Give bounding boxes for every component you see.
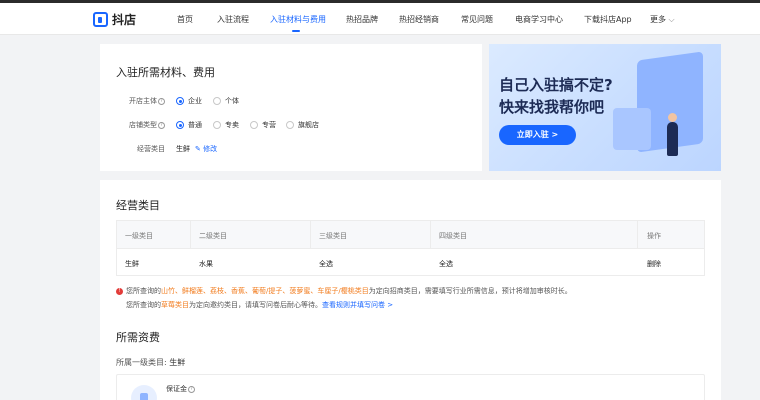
shop-type-option-flagship[interactable]: 旗舰店 bbox=[286, 120, 319, 130]
category-table: 一级类目 二级类目 三级类目 四级类目 操作 生鲜 水果 全选 全选 删除 bbox=[116, 220, 705, 276]
radio-unchecked-icon bbox=[286, 121, 294, 129]
category-value: 生鲜 bbox=[176, 145, 190, 153]
help-icon[interactable]: ? bbox=[158, 121, 165, 129]
categories-title: 经营类目 bbox=[116, 199, 160, 212]
shop-type-label: 店铺类型? bbox=[129, 120, 165, 130]
fees-title: 所需资费 bbox=[116, 331, 160, 344]
banner-headline: 自己入驻搞不定? bbox=[499, 76, 613, 94]
column-divider bbox=[430, 221, 431, 249]
shop-type-option-specialty[interactable]: 专营 bbox=[250, 120, 276, 130]
edit-icon: ✎ bbox=[195, 145, 201, 153]
entity-option-label: 企业 bbox=[188, 97, 202, 105]
table-header-cell: 三级类目 bbox=[319, 232, 347, 240]
promo-banner[interactable]: 自己入驻搞不定? 快来找我帮你吧 立即入驻 > bbox=[489, 44, 721, 171]
table-header-cell: 一级类目 bbox=[125, 232, 153, 240]
notice-text: 您所查询的 bbox=[126, 287, 161, 295]
logo-text: 抖店 bbox=[112, 13, 137, 27]
entity-option-individual[interactable]: 个体 bbox=[213, 96, 239, 106]
column-divider bbox=[190, 221, 191, 249]
notice-text: 为定向招商类目，需要填写行业所需信息，预计将增加审核时长。 bbox=[368, 287, 572, 295]
primary-category-label: 所属一级类目: bbox=[116, 358, 167, 367]
nav-item-learning[interactable]: 电商学习中心 bbox=[515, 14, 563, 25]
table-header-cell: 四级类目 bbox=[439, 232, 467, 240]
nav-item-faq[interactable]: 常见问题 bbox=[461, 14, 493, 25]
warning-icon: ! bbox=[116, 287, 123, 295]
deposit-icon bbox=[131, 385, 157, 400]
shop-type-option-label: 专卖 bbox=[225, 121, 239, 129]
notice-line-2: 您所查询的草莓类目为定向邀约类目，请填写问卷后耐心等待。查看规则并填写问卷 > bbox=[126, 300, 393, 310]
nav-item-more[interactable]: 更多 ⌵ bbox=[650, 14, 675, 25]
table-cell: 生鲜 bbox=[125, 260, 139, 268]
category-label: 经营类目 bbox=[137, 145, 165, 153]
entity-option-label: 个体 bbox=[225, 97, 239, 105]
table-header-cell: 操作 bbox=[647, 232, 661, 240]
top-navigation: 抖店 首页 入驻流程 入驻材料与费用 热招品牌 热招经销商 常见问题 电商学习中… bbox=[0, 3, 760, 35]
deposit-label-text: 保证金 bbox=[166, 385, 187, 393]
radio-unchecked-icon bbox=[213, 121, 221, 129]
help-icon[interactable]: ? bbox=[188, 385, 195, 393]
nav-item-home[interactable]: 首页 bbox=[177, 14, 193, 25]
illustration-person-icon bbox=[667, 122, 678, 156]
primary-category-row: 所属一级类目: 生鲜 bbox=[116, 357, 185, 368]
deposit-label: 保证金? bbox=[166, 384, 195, 394]
help-icon[interactable]: ? bbox=[158, 97, 165, 105]
radio-unchecked-icon bbox=[213, 97, 221, 105]
radio-unchecked-icon bbox=[250, 121, 258, 129]
primary-category-value: 生鲜 bbox=[169, 358, 186, 367]
logo[interactable]: 抖店 bbox=[93, 11, 136, 28]
radio-checked-icon bbox=[176, 121, 184, 129]
deposit-box bbox=[116, 374, 705, 400]
join-now-button[interactable]: 立即入驻 > bbox=[499, 125, 576, 145]
chevron-down-icon: ⌵ bbox=[668, 15, 675, 24]
nav-item-brands[interactable]: 热招品牌 bbox=[346, 14, 378, 25]
illustration-panel-icon bbox=[613, 108, 651, 150]
nav-item-process[interactable]: 入驻流程 bbox=[217, 14, 249, 25]
column-divider bbox=[310, 221, 311, 249]
nav-item-download-app[interactable]: 下载抖店App bbox=[584, 14, 632, 25]
notice-highlight: 山竹、鲜榴莲、荔枝、香蕉、葡萄/提子、菠萝蜜、车厘子/樱桃类目 bbox=[161, 287, 369, 295]
materials-card: 入驻所需材料、费用 开店主体? 企业 个体 店铺类型? 普通 专卖 专营 旗舰店… bbox=[100, 44, 482, 171]
delete-link[interactable]: 删除 bbox=[647, 259, 661, 269]
shop-type-option-label: 专营 bbox=[262, 121, 276, 129]
notice-line-1: ! 您所查询的山竹、鲜榴莲、荔枝、香蕉、葡萄/提子、菠萝蜜、车厘子/樱桃类目为定向… bbox=[116, 286, 572, 296]
table-cell: 水果 bbox=[199, 260, 213, 268]
entity-option-enterprise[interactable]: 企业 bbox=[176, 96, 202, 106]
entity-label: 开店主体? bbox=[129, 96, 165, 106]
notice-highlight: 草莓类目 bbox=[161, 301, 189, 309]
edit-label: 修改 bbox=[203, 145, 218, 153]
questionnaire-link[interactable]: 查看规则并填写问卷 > bbox=[322, 301, 393, 309]
notice-text: 为定向邀约类目，请填写问卷后耐心等待。 bbox=[189, 301, 322, 309]
shop-type-label-text: 店铺类型 bbox=[129, 121, 157, 129]
logo-icon bbox=[93, 12, 108, 27]
column-divider bbox=[637, 221, 638, 249]
shop-type-option-label: 普通 bbox=[188, 121, 202, 129]
nav-item-distributors[interactable]: 热招经销商 bbox=[399, 14, 439, 25]
table-cell: 全选 bbox=[319, 260, 333, 268]
banner-subheadline: 快来找我帮你吧 bbox=[499, 98, 605, 116]
edit-category-link[interactable]: ✎ 修改 bbox=[195, 144, 217, 154]
shop-type-option-exclusive[interactable]: 专卖 bbox=[213, 120, 239, 130]
illustration-person-head-icon bbox=[668, 113, 677, 122]
shop-type-option-normal[interactable]: 普通 bbox=[176, 120, 202, 130]
table-header-cell: 二级类目 bbox=[199, 232, 227, 240]
nav-more-label: 更多 bbox=[650, 15, 666, 24]
radio-checked-icon bbox=[176, 97, 184, 105]
notice-text: 您所查询的 bbox=[126, 301, 161, 309]
shop-type-option-label: 旗舰店 bbox=[298, 121, 319, 129]
entity-label-text: 开店主体 bbox=[129, 97, 157, 105]
materials-title: 入驻所需材料、费用 bbox=[116, 66, 215, 79]
nav-item-materials[interactable]: 入驻材料与费用 bbox=[270, 14, 326, 25]
table-cell: 全选 bbox=[439, 260, 453, 268]
nav-active-indicator bbox=[292, 30, 300, 32]
